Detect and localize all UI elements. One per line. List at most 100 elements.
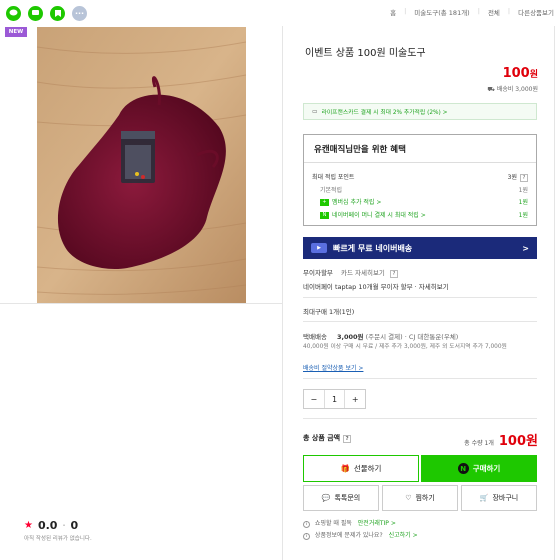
buy-button[interactable]: N 구매하기 [421, 455, 537, 482]
quantity-stepper: − 1 + [303, 389, 366, 409]
membership-icon: + [320, 199, 329, 206]
max-purchase: 최대구매 1개(1인) [303, 308, 355, 316]
gift-icon: 🎁 [340, 464, 350, 473]
naver-delivery-banner[interactable]: ▶ 빠르게 무료 네이버배송 > [303, 237, 537, 259]
info-icon: i [303, 533, 310, 540]
product-image[interactable] [37, 27, 246, 303]
benefit-title: 유캔매직님만을 위한 혜택 [304, 135, 536, 163]
divider [303, 297, 537, 298]
taptap-text[interactable]: 네이버페이 taptap 10개월 무이자 할부 · 자세히보기 [303, 283, 449, 291]
shipping-fee-note: ⛟ 배송비 3,000원 [487, 84, 538, 94]
gift-label: 선물하기 [353, 464, 382, 473]
benefit-row-label: 기본적립 [320, 187, 343, 194]
max-points-row: 최대 적립 포인트 3원? [312, 172, 528, 182]
delivery-fee: 3,000원 [337, 333, 364, 341]
new-badge: NEW [5, 27, 27, 37]
max-points-label: 최대 적립 포인트 [312, 174, 355, 181]
npay-icon: N [457, 463, 469, 474]
divider: | [404, 7, 407, 15]
delivery-fee-note: (주문시 결제) · CJ 대한통운(우체) [365, 333, 459, 341]
card-benefit-banner[interactable]: ▭ 라이프캔스카드 결제 시 최대 2% 추가적립 (2%) > [303, 103, 537, 120]
crumb-other-products[interactable]: 다른상품보기 [518, 7, 554, 17]
gift-button[interactable]: 🎁 선물하기 [303, 455, 419, 482]
cart-button[interactable]: 🛒 장바구니 [461, 485, 537, 511]
benefit-row-value: 1원 [518, 212, 528, 219]
cart-icon: 🛒 [479, 494, 489, 502]
total-amount: 100원 [498, 434, 538, 449]
naver-delivery-label: 빠르게 무료 네이버배송 [333, 243, 413, 253]
no-review-note: 아직 작성된 리뷰가 없습니다. [24, 536, 92, 542]
help-icon[interactable]: ? [343, 435, 352, 443]
review-count: 0 [70, 519, 79, 532]
divider: | [507, 7, 511, 15]
divider: | [477, 7, 480, 15]
help-icon[interactable]: ? [390, 270, 398, 278]
bookmark-icon[interactable] [50, 5, 65, 21]
interest-free-row: 무이자할부 카드 자세히보기 ? [303, 267, 398, 278]
total-label: 총 상품 금액 [303, 434, 341, 442]
price-unit: 원 [529, 70, 538, 80]
benefit-row[interactable]: + 멤버십 추가 적립 > 1원 [320, 197, 528, 206]
truck-icon: ⛟ [487, 86, 497, 93]
price-value: 100 [502, 66, 530, 81]
more-icon[interactable]: ··· [72, 5, 87, 21]
buy-label: 구매하기 [472, 464, 501, 473]
card-benefit-text: 라이프캔스카드 결제 시 최대 2% 추가적립 (2%) > [321, 110, 448, 116]
talk-icon[interactable] [6, 5, 21, 21]
minus-button[interactable]: − [304, 390, 324, 408]
safe-trade-link[interactable]: 안전거래TIP > [358, 520, 396, 527]
benefit-row-label[interactable]: 네이버페이 머니 결제 시 최대 적립 > [332, 212, 426, 219]
breadcrumb: 홈 | 미술도구(총 181개) | 전체 | 다른상품보기 [390, 7, 554, 17]
product-title: 이벤트 상품 100원 미술도구 [305, 48, 426, 59]
delivery-note: 40,000원 이상 구매 시 무료 / 제주 추가 3,000원, 제주 외 … [303, 344, 507, 350]
benefit-box: 유캔매직님만을 위한 혜택 최대 적립 포인트 3원? 기본적립 1원 + 멤버십… [303, 134, 537, 226]
wish-button[interactable]: ♡ 찜하기 [382, 485, 458, 511]
card-icon: ▭ [312, 108, 318, 115]
total-label-row: 총 상품 금액? [303, 433, 352, 443]
inquiry-button[interactable]: 💬 톡톡문의 [303, 485, 379, 511]
quantity-input[interactable]: 1 [323, 390, 346, 408]
total-price: 총 수량 1개 100원 [464, 430, 538, 449]
benefit-row: 기본적립 1원 [320, 185, 528, 194]
divider [303, 378, 537, 379]
chat-bubble-icon: 💬 [321, 494, 331, 502]
benefit-row-value: 1원 [518, 199, 528, 206]
report-row: i 상품정보에 문제가 있나요? 신고하기 > [303, 530, 418, 540]
taptap-row[interactable]: 네이버페이 taptap 10개월 무이자 할부 · 자세히보기 [303, 281, 449, 291]
benefit-row[interactable]: N 네이버페이 머니 결제 시 최대 적립 > 1원 [320, 210, 528, 219]
shipping-fee-text: 배송비 3,000원 [496, 86, 538, 93]
crumb-category[interactable]: 미술도구(총 181개) [414, 7, 469, 17]
crumb-home[interactable]: 홈 [390, 7, 396, 17]
delivery-label: 택배배송 [303, 333, 327, 341]
crumb-all[interactable]: 전체 [488, 7, 500, 17]
column-divider [554, 26, 555, 560]
heart-icon: ♡ [405, 494, 412, 502]
max-points-value: 3원 [507, 174, 517, 181]
card-detail-link[interactable]: 카드 자세히보기 [341, 269, 385, 277]
npay-icon: N [320, 212, 329, 219]
shipping-saver-link[interactable]: 배송비 절약상품 보기 > [303, 363, 363, 372]
review-summary[interactable]: ★ 0.0 · 0 [24, 519, 78, 532]
info-icon: i [303, 521, 310, 528]
chat-icon[interactable] [28, 5, 43, 21]
safe-trade-row: i 쇼핑할 때 필독 안전거래TIP > [303, 518, 396, 528]
chevron-right-icon: > [522, 243, 529, 253]
rating-score: 0.0 [37, 519, 58, 532]
divider [303, 321, 537, 322]
benefit-row-label[interactable]: 멤버십 추가 적립 > [332, 199, 381, 206]
star-icon: ★ [24, 520, 33, 531]
total-qty: 총 수량 1개 [464, 440, 494, 447]
cart-label: 장바구니 [492, 494, 519, 502]
help-icon[interactable]: ? [520, 174, 528, 182]
safe-trade-label: 쇼핑할 때 필독 [314, 520, 352, 527]
report-link[interactable]: 신고하기 > [389, 532, 418, 539]
plus-button[interactable]: + [345, 390, 365, 408]
inquiry-label: 톡톡문의 [334, 494, 361, 502]
divider [303, 418, 537, 419]
product-price: 100원 [503, 66, 538, 81]
separator-dot: · [62, 521, 66, 530]
column-divider [282, 26, 283, 560]
wish-label: 찜하기 [415, 494, 435, 502]
interest-free-label: 무이자할부 [303, 269, 333, 277]
delivery-row: 택배배송 3,000원 (주문시 결제) · CJ 대한통운(우체) [303, 331, 458, 341]
